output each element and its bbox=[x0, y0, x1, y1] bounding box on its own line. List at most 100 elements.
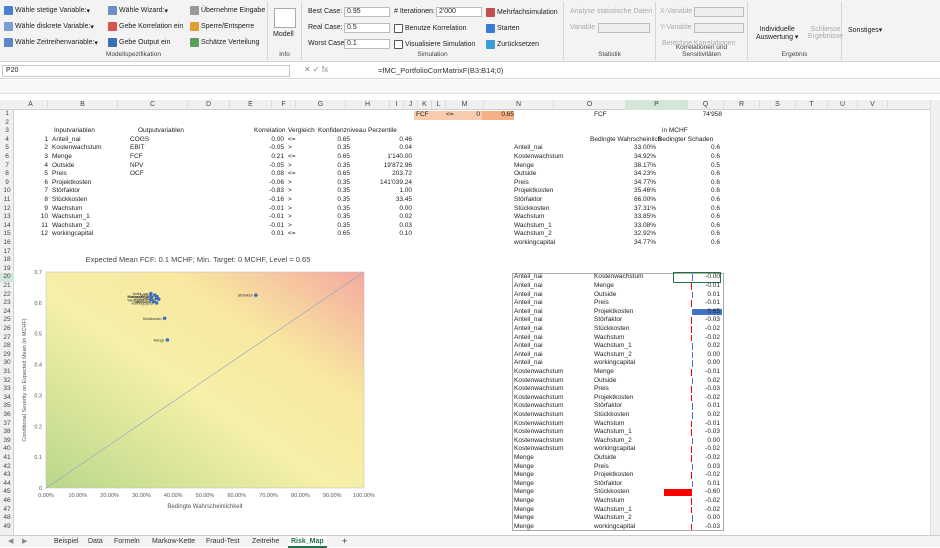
row-header[interactable]: 15 bbox=[0, 230, 14, 239]
sheet-tab[interactable]: Fraud-Test bbox=[206, 536, 239, 548]
row-header[interactable]: 10 bbox=[0, 187, 14, 196]
column-header[interactable]: H bbox=[346, 100, 390, 110]
row-header[interactable]: 25 bbox=[0, 316, 14, 325]
individual-evaluation-button[interactable]: Individuelle Auswertung ▾ bbox=[756, 26, 798, 41]
lock-unlock-button[interactable]: Sperre/Entsperre bbox=[190, 22, 254, 31]
sheet-tab[interactable]: Zeitreihe bbox=[252, 536, 279, 548]
row-header[interactable]: 1 bbox=[0, 110, 14, 119]
enter-correlation-button[interactable]: Gebe Korrelation ein bbox=[108, 22, 183, 31]
row-header[interactable]: 44 bbox=[0, 480, 14, 489]
row-header[interactable]: 13 bbox=[0, 213, 14, 222]
row-header[interactable]: 12 bbox=[0, 205, 14, 214]
data-point[interactable] bbox=[165, 338, 170, 342]
row-header[interactable]: 9 bbox=[0, 179, 14, 188]
row-header[interactable]: 47 bbox=[0, 506, 14, 515]
column-header[interactable]: A bbox=[14, 100, 48, 110]
row-header[interactable]: 49 bbox=[0, 523, 14, 532]
row-header[interactable]: 16 bbox=[0, 239, 14, 248]
data-point[interactable] bbox=[254, 293, 258, 297]
select-discrete-variable-button[interactable]: Wähle diskrete Variable: ▾ bbox=[4, 22, 94, 31]
row-header[interactable]: 23 bbox=[0, 299, 14, 308]
iterations-field[interactable]: 2'000 bbox=[436, 7, 482, 17]
sheet-tab[interactable]: Markow-Kette bbox=[152, 536, 195, 548]
tab-nav-prev[interactable]: ◀ bbox=[8, 536, 13, 548]
column-header[interactable]: O bbox=[554, 100, 626, 110]
apply-input-button[interactable]: Übernehme Eingabe bbox=[190, 6, 265, 15]
column-header[interactable]: R bbox=[724, 100, 760, 110]
data-point[interactable] bbox=[162, 316, 167, 321]
column-header[interactable]: L bbox=[432, 100, 446, 110]
modell-button-label[interactable]: Modell bbox=[273, 31, 294, 38]
reset-button[interactable]: Zurücksetzen bbox=[486, 40, 539, 49]
row-header[interactable]: 17 bbox=[0, 248, 14, 257]
row-header[interactable]: 38 bbox=[0, 428, 14, 437]
row-header[interactable]: 30 bbox=[0, 359, 14, 368]
risk-map-chart[interactable]: Expected Mean FCF: 0.1 MCHF; Min. Target… bbox=[18, 254, 378, 516]
row-header[interactable]: 20 bbox=[0, 273, 14, 282]
row-header[interactable]: 8 bbox=[0, 170, 14, 179]
column-header[interactable]: S bbox=[760, 100, 796, 110]
analyse-statistics-button[interactable]: Analyse statistische Daten bbox=[570, 8, 652, 15]
column-header[interactable]: V bbox=[858, 100, 888, 110]
use-correlation-checkbox[interactable]: Benutze Korrelation bbox=[394, 24, 466, 33]
name-box[interactable]: P20 bbox=[2, 65, 290, 77]
row-header[interactable]: 4 bbox=[0, 136, 14, 145]
start-button[interactable]: Starten bbox=[486, 24, 520, 33]
enter-output-button[interactable]: Gebe Output ein bbox=[108, 38, 170, 47]
row-header[interactable]: 40 bbox=[0, 445, 14, 454]
add-sheet-button[interactable]: + bbox=[342, 536, 347, 548]
visualize-simulation-checkbox[interactable]: Visualisiere Simulation bbox=[394, 40, 475, 49]
estimate-distribution-button[interactable]: Schätze Verteilung bbox=[190, 38, 259, 47]
formula-input[interactable]: =fMC_PortfolioCorrMatrixF(B3:B14;0) bbox=[378, 66, 503, 75]
column-header[interactable]: C bbox=[118, 100, 188, 110]
row-header[interactable]: 35 bbox=[0, 402, 14, 411]
select-timeseries-variable-button[interactable]: Wähle Zeitreihenvariable: ▾ bbox=[4, 38, 98, 47]
row-header[interactable]: 19 bbox=[0, 265, 14, 274]
row-header[interactable]: 29 bbox=[0, 351, 14, 360]
real-case-field[interactable]: 0.5 bbox=[344, 23, 390, 33]
data-point[interactable] bbox=[149, 294, 153, 299]
row-header[interactable]: 24 bbox=[0, 308, 14, 317]
row-header[interactable]: 22 bbox=[0, 291, 14, 300]
worst-case-field[interactable]: 0.1 bbox=[344, 39, 390, 49]
column-header[interactable]: I bbox=[390, 100, 404, 110]
variable-select[interactable] bbox=[598, 23, 650, 33]
data-point[interactable] bbox=[156, 297, 161, 301]
row-header[interactable]: 39 bbox=[0, 437, 14, 446]
y-variable-select[interactable] bbox=[694, 23, 744, 33]
row-header[interactable]: 27 bbox=[0, 334, 14, 343]
row-header[interactable]: 33 bbox=[0, 385, 14, 394]
model-icon[interactable] bbox=[274, 8, 296, 28]
row-header[interactable]: 43 bbox=[0, 471, 14, 480]
vertical-scrollbar[interactable] bbox=[930, 100, 940, 535]
row-header[interactable]: 32 bbox=[0, 377, 14, 386]
row-header[interactable]: 34 bbox=[0, 394, 14, 403]
column-header[interactable]: G bbox=[296, 100, 346, 110]
row-header[interactable]: 28 bbox=[0, 342, 14, 351]
column-header[interactable]: B bbox=[48, 100, 118, 110]
select-continuous-variable-button[interactable]: Wähle stetige Variable: ▾ bbox=[4, 6, 90, 15]
row-header[interactable]: 26 bbox=[0, 325, 14, 334]
row-header[interactable]: 46 bbox=[0, 497, 14, 506]
row-header[interactable]: 41 bbox=[0, 454, 14, 463]
data-point[interactable] bbox=[153, 293, 157, 297]
column-header[interactable]: J bbox=[404, 100, 418, 110]
row-header[interactable]: 45 bbox=[0, 488, 14, 497]
sheet-tab[interactable]: Risk_Map bbox=[288, 536, 327, 548]
column-header[interactable]: K bbox=[418, 100, 432, 110]
row-header[interactable]: 11 bbox=[0, 196, 14, 205]
row-header[interactable]: 5 bbox=[0, 144, 14, 153]
data-point[interactable] bbox=[154, 301, 159, 305]
column-header[interactable]: E bbox=[230, 100, 272, 110]
row-header[interactable]: 7 bbox=[0, 162, 14, 171]
sheet-tab[interactable]: Formeln bbox=[114, 536, 140, 548]
x-variable-select[interactable] bbox=[694, 7, 744, 17]
column-header[interactable]: Q bbox=[688, 100, 724, 110]
wizard-button[interactable]: Wähle Wizard: ▾ bbox=[108, 6, 168, 15]
row-header[interactable]: 42 bbox=[0, 463, 14, 472]
column-header[interactable]: T bbox=[796, 100, 828, 110]
column-header[interactable]: N bbox=[484, 100, 554, 110]
row-header[interactable]: 21 bbox=[0, 282, 14, 291]
close-results-button[interactable]: Schliesse Ergebnisse bbox=[808, 26, 843, 40]
column-header[interactable]: F bbox=[272, 100, 296, 110]
